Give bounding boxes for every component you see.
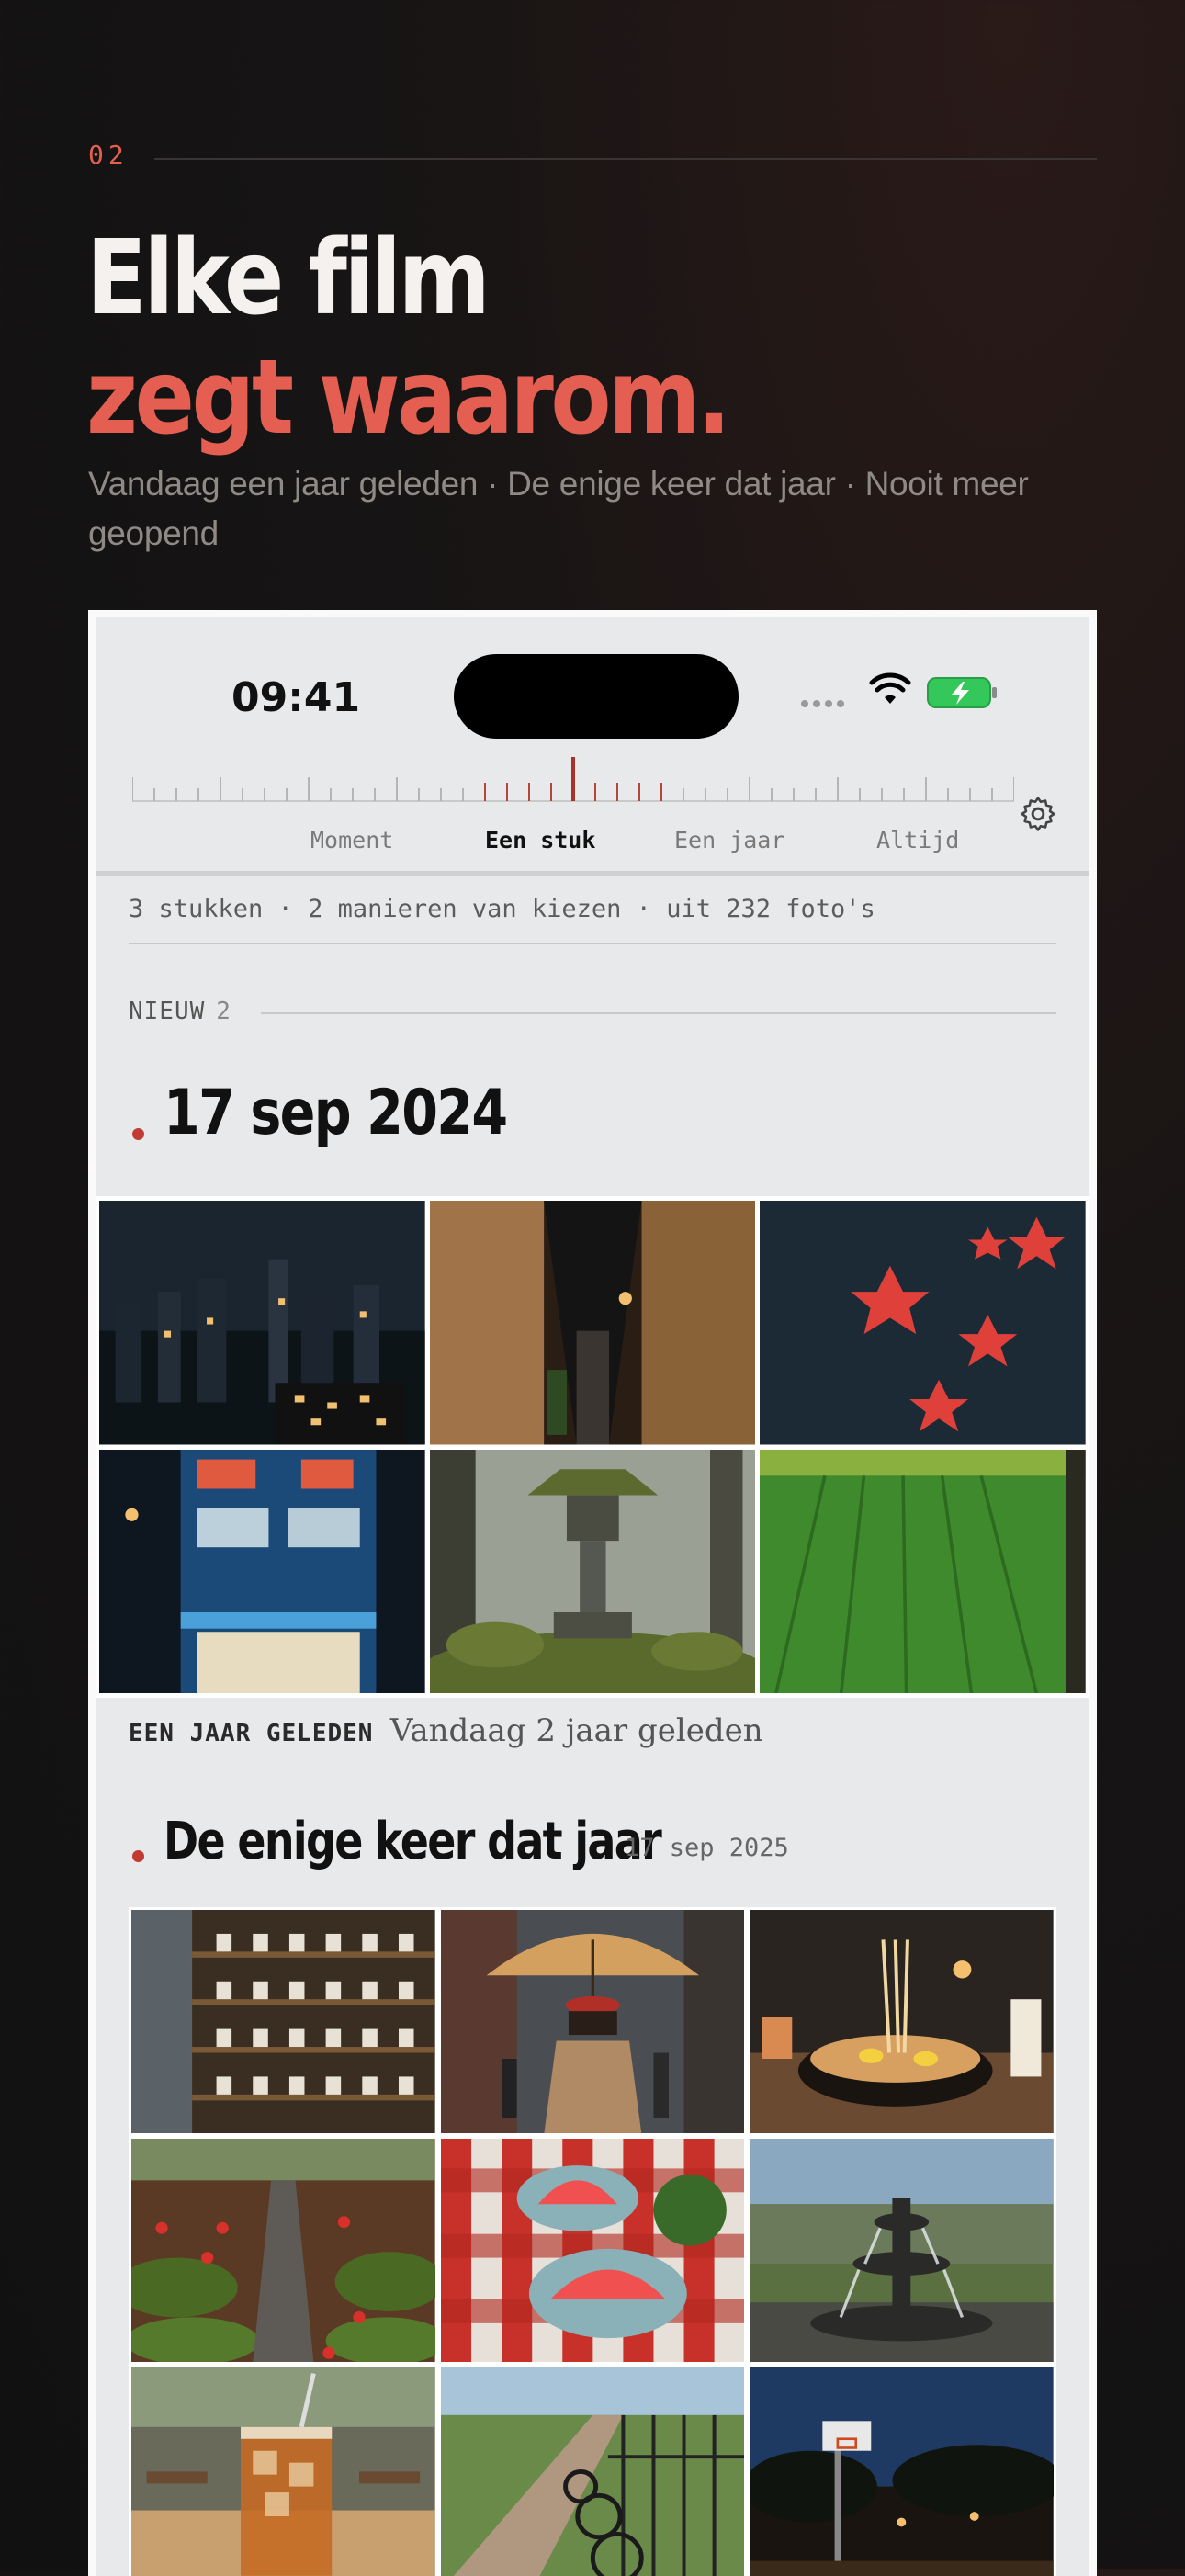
photo-grid [96,1196,1089,1698]
film-date: 17 sep 2025 [625,1834,789,1862]
hero-title-line1: Elke film [86,219,491,338]
reason-label: EEN JAAR GELEDEN [129,1720,374,1747]
photo-basketball-court-dusk[interactable] [750,2367,1054,2576]
photo-grid [129,1907,1056,2576]
signal-icon [801,700,844,707]
tab-bar: Moment Een stuk Een jaar Altijd [96,827,1089,860]
hero-subtitle: Vandaag een jaar geleden · De enige keer… [88,465,1029,552]
photo-iced-tea-cafe[interactable] [131,2367,435,2576]
hero-title-line2: zegt waarom. [86,338,731,458]
photo-corner-store-night[interactable] [99,1449,425,1693]
bullet-dot [132,1128,144,1140]
time-scale-ruler[interactable] [132,757,1014,807]
photo-park-fountain[interactable] [750,2139,1054,2362]
dynamic-island [454,654,739,739]
bullet-dot [132,1850,144,1862]
film-date-heading: 17 sep 2024 [164,1077,508,1149]
status-time: 09:41 [231,674,361,721]
photo-red-maple-leaves[interactable] [760,1201,1086,1445]
photo-ceramic-cups-shelf[interactable] [131,1910,435,2133]
reason-text: Vandaag 2 jaar geleden [389,1712,763,1749]
new-count: 2 [216,998,231,1025]
tab-moment[interactable]: Moment [310,827,393,853]
photo-narrow-alley[interactable] [429,1201,756,1445]
photo-umbrella-street[interactable] [440,1910,745,2133]
battery-icon [927,677,997,708]
photo-watermelon-picnic[interactable] [440,2139,745,2362]
divider [96,871,1089,876]
tab-altijd[interactable]: Altijd [876,827,959,853]
photo-bikes-by-fence[interactable] [440,2367,745,2576]
divider [129,943,1056,944]
photo-moss-stone-path[interactable] [131,2139,435,2362]
film-heading: De enige keer dat jaar 17 sep 2025 [164,1812,789,1871]
photo-green-rice-field[interactable] [760,1449,1086,1693]
section-number: 02 [88,140,129,170]
tab-een-stuk[interactable]: Een stuk [485,827,595,853]
photo-ramen-bowl[interactable] [750,1910,1054,2133]
new-label-text: NIEUW [129,998,206,1025]
hero-title: Elke film zegt waarom. [86,219,731,458]
section-label-new: NIEUW 2 [129,998,231,1025]
divider [261,1012,1056,1014]
photo-city-skyline-night[interactable] [99,1201,425,1445]
phone-screen: 09:41 Moment Een stuk Een jaar Altijd 3 … [88,610,1097,2576]
tab-een-jaar[interactable]: Een jaar [674,827,784,853]
wifi-icon [869,672,911,704]
divider [154,158,1097,160]
reason-row: EEN JAAR GELEDEN Vandaag 2 jaar geleden [129,1712,763,1749]
film-title: De enige keer dat jaar [164,1812,662,1871]
summary-text: 3 stukken · 2 manieren van kiezen · uit … [129,895,875,923]
photo-stone-lantern-moss[interactable] [429,1449,756,1693]
